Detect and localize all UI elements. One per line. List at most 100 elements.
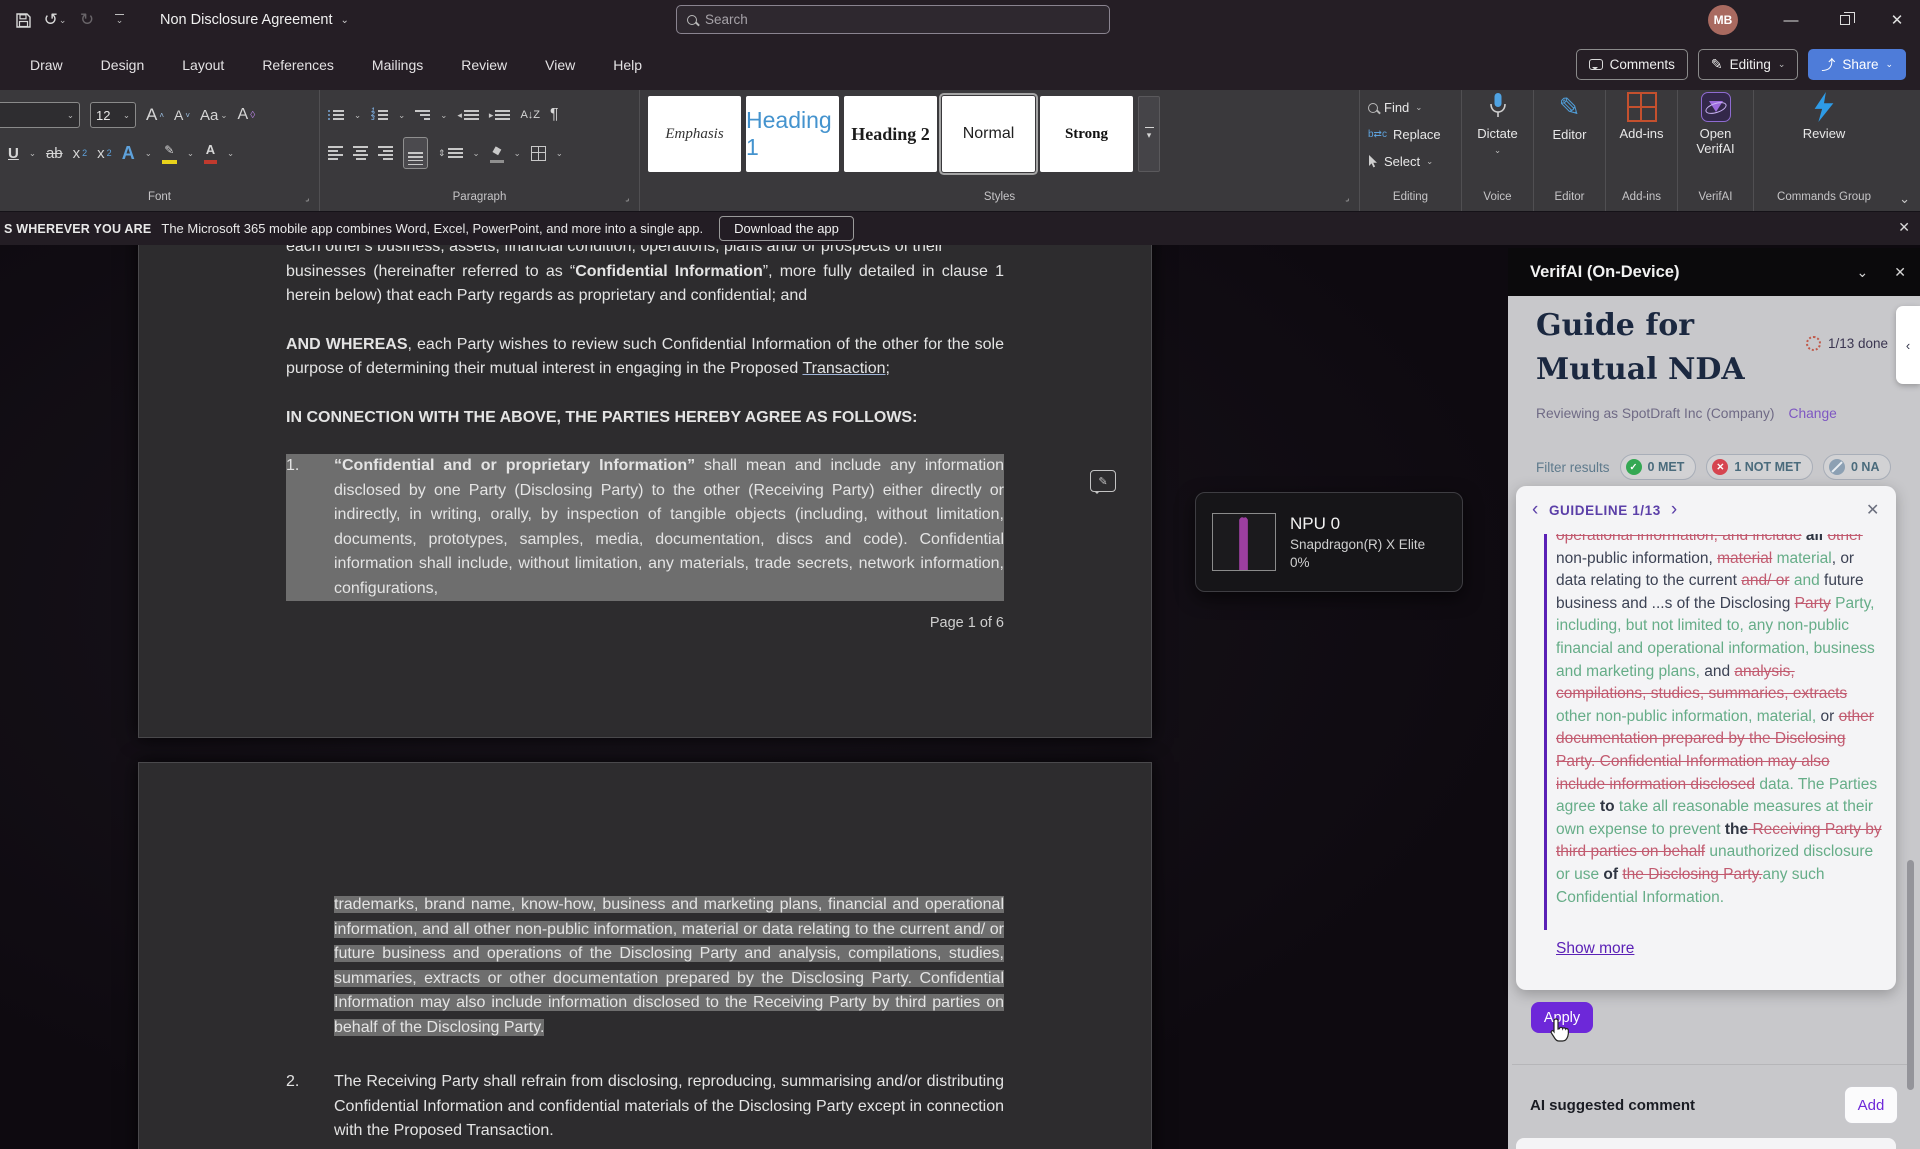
- filter-pill-na[interactable]: 0 NA: [1823, 454, 1891, 480]
- style-strong[interactable]: Strong: [1040, 96, 1133, 172]
- dictate-button[interactable]: Dictate ⌄: [1462, 90, 1533, 187]
- text-effects-chevron-icon[interactable]: ⌄: [145, 148, 152, 159]
- multilevel-list-icon[interactable]: [415, 110, 430, 120]
- align-right-icon[interactable]: [378, 146, 393, 160]
- customize-qat-button[interactable]: ⌄: [106, 7, 132, 33]
- superscript-button[interactable]: x2: [97, 145, 112, 162]
- numbering-icon[interactable]: [371, 110, 388, 120]
- sort-icon[interactable]: A↓Z: [520, 109, 540, 121]
- align-center-icon[interactable]: [353, 146, 368, 160]
- justify-icon[interactable]: [403, 137, 428, 170]
- banner-close-icon[interactable]: ✕: [1898, 219, 1910, 236]
- style-emphasis[interactable]: Emphasis: [648, 96, 741, 172]
- undo-button[interactable]: ↺⌄: [42, 7, 68, 33]
- tab-mailings[interactable]: Mailings: [362, 51, 433, 79]
- tab-view[interactable]: View: [535, 51, 585, 79]
- collapse-ribbon-icon[interactable]: ⌄: [1899, 191, 1910, 207]
- close-window-button[interactable]: ✕: [1874, 0, 1920, 40]
- show-more-link[interactable]: Show more: [1556, 940, 1634, 958]
- panel-side-collapse-tab[interactable]: ‹: [1896, 306, 1920, 384]
- grow-font-button[interactable]: A˄: [146, 105, 164, 125]
- shrink-font-button[interactable]: A˅: [174, 107, 190, 123]
- share-label: Share: [1842, 57, 1878, 72]
- increase-indent-icon[interactable]: ▸: [489, 110, 511, 121]
- redline-block[interactable]: operational information, and include all…: [1544, 534, 1882, 930]
- editing-mode-button[interactable]: ✎Editing⌄: [1698, 49, 1799, 80]
- shading-chevron-icon[interactable]: ⌄: [514, 148, 521, 159]
- guideline-prev-icon[interactable]: ‹: [1532, 499, 1539, 521]
- find-button[interactable]: Find⌄: [1368, 94, 1453, 121]
- font-size-combo[interactable]: 12⌄: [90, 102, 136, 128]
- avatar[interactable]: MB: [1708, 5, 1738, 35]
- change-link[interactable]: Change: [1788, 406, 1836, 421]
- font-color-chevron-icon[interactable]: ⌄: [227, 148, 234, 159]
- restore-button[interactable]: [1822, 0, 1868, 40]
- subscript-button[interactable]: x2: [73, 145, 88, 162]
- bullets-chevron-icon[interactable]: ⌄: [354, 110, 361, 121]
- tab-references[interactable]: References: [252, 51, 344, 79]
- panel-scrollbar[interactable]: [1907, 860, 1914, 1090]
- styles-dialog-launcher[interactable]: ›: [1341, 193, 1355, 207]
- multilevel-chevron-icon[interactable]: ⌄: [440, 110, 447, 121]
- comments-button[interactable]: Comments: [1576, 49, 1688, 80]
- style-heading2[interactable]: Heading 2: [844, 96, 937, 172]
- font-color-button[interactable]: A: [204, 142, 217, 164]
- addins-button[interactable]: Add-ins: [1606, 90, 1677, 187]
- highlight-color-button[interactable]: ✎: [162, 143, 177, 164]
- panel-close-icon[interactable]: ✕: [1894, 264, 1906, 281]
- open-verifai-button[interactable]: Open VerifAI: [1678, 90, 1753, 187]
- add-comment-button[interactable]: Add: [1844, 1086, 1898, 1124]
- document-canvas[interactable]: each other's business, assets, financial…: [0, 245, 1508, 1149]
- panel-collapse-chevron-icon[interactable]: ⌄: [1857, 264, 1869, 281]
- highlight-chevron-icon[interactable]: ⌄: [187, 148, 194, 159]
- page-2[interactable]: trademarks, brand name, know-how, busine…: [138, 762, 1152, 1149]
- redo-button[interactable]: ↻: [74, 7, 100, 33]
- borders-icon[interactable]: [531, 146, 546, 161]
- save-icon[interactable]: [10, 7, 36, 33]
- text-effects-button[interactable]: A: [122, 143, 135, 164]
- addins-group-label: Add-ins: [1606, 187, 1677, 211]
- numbering-chevron-icon[interactable]: ⌄: [398, 110, 405, 121]
- decrease-indent-icon[interactable]: ◂: [457, 110, 479, 121]
- line-spacing-icon[interactable]: ⇕: [438, 148, 463, 159]
- tracked-change-comment-icon[interactable]: ✎: [1090, 470, 1116, 492]
- editor-button[interactable]: ✎ Editor: [1534, 90, 1605, 187]
- tab-review[interactable]: Review: [451, 51, 517, 79]
- tab-design[interactable]: Design: [91, 51, 155, 79]
- tab-layout[interactable]: Layout: [172, 51, 234, 79]
- underline-button[interactable]: U: [8, 145, 19, 162]
- strikethrough-button[interactable]: ab: [46, 145, 63, 162]
- document-title[interactable]: Non Disclosure Agreement ⌄: [160, 12, 349, 28]
- search-box[interactable]: [676, 5, 1110, 34]
- font-dialog-launcher[interactable]: ›: [301, 193, 315, 207]
- quick-access-toolbar: ↺⌄ ↻ ⌄: [0, 7, 132, 33]
- minimize-button[interactable]: —: [1768, 0, 1814, 40]
- styles-gallery-more-button[interactable]: ▾: [1138, 96, 1160, 172]
- pilcrow-icon[interactable]: ¶: [550, 106, 559, 124]
- style-normal[interactable]: Normal: [942, 96, 1035, 172]
- line-spacing-chevron-icon[interactable]: ⌄: [473, 148, 480, 159]
- replace-button[interactable]: b⇄cReplace: [1368, 121, 1453, 148]
- guideline-close-icon[interactable]: ✕: [1866, 500, 1880, 520]
- page-1[interactable]: each other's business, assets, financial…: [138, 245, 1152, 738]
- tab-draw[interactable]: Draw: [20, 51, 73, 79]
- bullets-icon[interactable]: [328, 110, 344, 120]
- shading-icon[interactable]: ◆: [490, 143, 504, 164]
- filter-pill-met[interactable]: ✓0 MET: [1620, 454, 1697, 480]
- underline-chevron-icon[interactable]: ⌄: [29, 148, 36, 159]
- borders-chevron-icon[interactable]: ⌄: [556, 148, 563, 159]
- style-heading1[interactable]: Heading 1: [746, 96, 839, 172]
- paragraph-dialog-launcher[interactable]: ›: [621, 193, 635, 207]
- tab-help[interactable]: Help: [603, 51, 652, 79]
- guideline-next-icon[interactable]: ›: [1671, 499, 1678, 521]
- clear-formatting-button[interactable]: A◊: [238, 106, 256, 124]
- filter-pill-not-met[interactable]: ✕1 NOT MET: [1706, 454, 1813, 480]
- align-left-icon[interactable]: [328, 146, 343, 160]
- share-button[interactable]: ⤴Share⌄: [1808, 49, 1906, 80]
- review-command-button[interactable]: Review: [1754, 90, 1894, 187]
- search-input[interactable]: [705, 12, 1099, 27]
- change-case-button[interactable]: Aa⌄: [200, 107, 227, 124]
- select-button[interactable]: Select⌄: [1368, 148, 1453, 175]
- download-app-button[interactable]: Download the app: [719, 216, 854, 241]
- font-name-combo[interactable]: ⌄: [0, 102, 80, 128]
